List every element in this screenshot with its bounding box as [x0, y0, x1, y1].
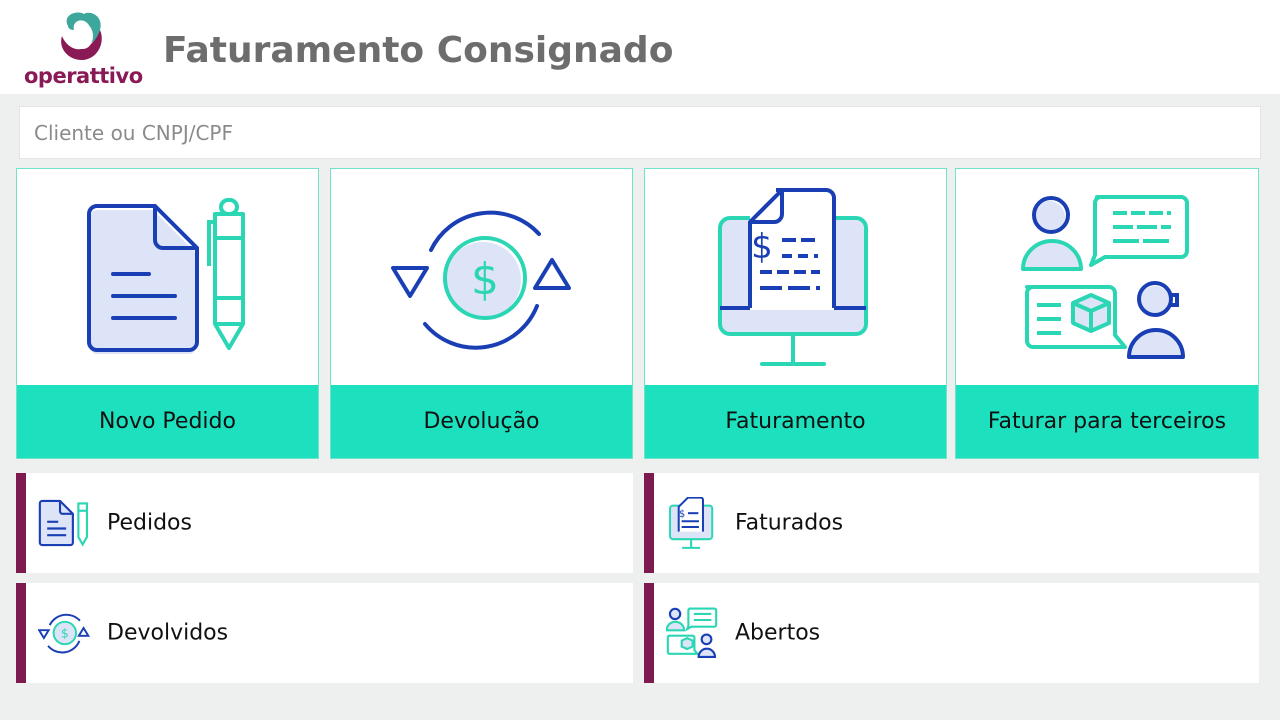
list-item-label: Faturados — [735, 510, 844, 536]
svg-text:$: $ — [679, 509, 685, 520]
svg-text:$: $ — [751, 227, 773, 267]
tile-label: Devolução — [331, 385, 632, 458]
list-item-label: Pedidos — [107, 510, 192, 536]
search-input[interactable] — [20, 107, 1260, 158]
document-pen-icon — [17, 169, 318, 386]
tile-label: Faturar para terceiros — [956, 385, 1258, 458]
third-party-chat-icon — [665, 607, 718, 659]
tile-novo-pedido[interactable]: Novo Pedido — [16, 168, 319, 459]
main-panel: Novo Pedido $ Devolução — [0, 94, 1280, 720]
document-pen-icon — [38, 497, 90, 549]
list-item-label: Devolvidos — [107, 620, 229, 646]
list-item-faturados[interactable]: $ Faturados — [644, 473, 1259, 573]
svg-text:$: $ — [471, 254, 499, 305]
tile-label: Novo Pedido — [17, 385, 318, 458]
operattivo-logo: operattivo — [24, 8, 144, 90]
list-item-abertos[interactable]: Abertos — [644, 583, 1259, 683]
svg-text:$: $ — [61, 626, 69, 640]
invoice-monitor-icon: $ — [645, 169, 946, 386]
tile-label: Faturamento — [645, 385, 946, 458]
page-title: Faturamento Consignado — [163, 30, 674, 71]
money-return-icon: $ — [331, 169, 632, 386]
search-field[interactable] — [19, 106, 1261, 159]
list-item-label: Abertos — [735, 620, 821, 646]
third-party-chat-icon — [956, 169, 1258, 386]
invoice-monitor-icon: $ — [666, 496, 718, 549]
logo-wordmark: operattivo — [24, 64, 143, 88]
list-item-pedidos[interactable]: Pedidos — [16, 473, 633, 573]
tile-faturar-terceiros[interactable]: Faturar para terceiros — [955, 168, 1259, 459]
tile-faturamento[interactable]: $ Faturamento — [644, 168, 947, 459]
logo-mark-icon — [61, 12, 102, 60]
list-item-devolvidos[interactable]: $ Devolvidos — [16, 583, 633, 683]
app-header: operattivo Faturamento Consignado — [0, 0, 1280, 94]
tile-devolucao[interactable]: $ Devolução — [330, 168, 633, 459]
money-return-icon: $ — [37, 607, 91, 659]
